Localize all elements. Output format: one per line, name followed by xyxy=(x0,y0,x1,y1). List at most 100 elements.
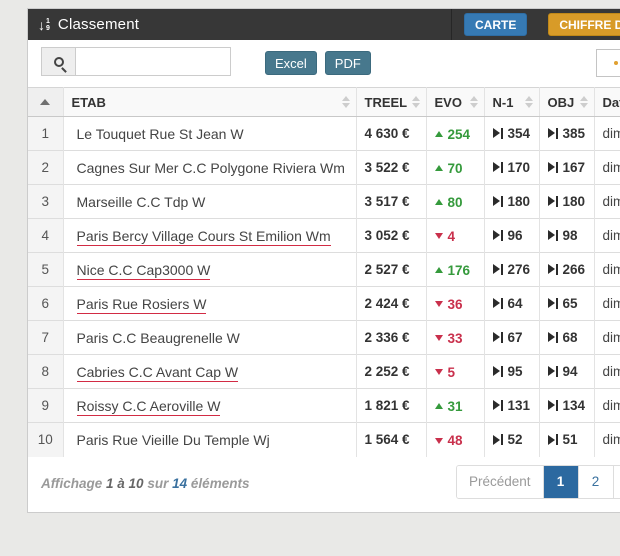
n1-value: 276 xyxy=(508,262,531,277)
obj-cell: 266 xyxy=(539,253,594,287)
etab-cell: Roissy C.C Aeroville W xyxy=(63,389,356,423)
table-row[interactable]: 1 Le Touquet Rue St Jean W 4 630 € 254 3… xyxy=(28,117,620,151)
obj-value: 167 xyxy=(563,160,586,175)
evo-cell: 4 xyxy=(426,219,484,253)
rank-cell: 6 xyxy=(28,287,63,321)
obj-value: 94 xyxy=(563,364,578,379)
chiffre-daffaires-button[interactable]: CHIFFRE D'AFFAIRES xyxy=(548,13,620,36)
date-filter-input[interactable] xyxy=(596,49,620,77)
step-forward-icon xyxy=(493,128,503,139)
etab-name[interactable]: Paris Rue Vieille Du Temple Wj xyxy=(77,432,270,448)
page-button[interactable]: Précédent xyxy=(457,466,544,498)
table-row[interactable]: 10 Paris Rue Vieille Du Temple Wj 1 564 … xyxy=(28,423,620,457)
column-header-treel[interactable]: TREEL xyxy=(356,88,426,117)
pdf-export-button[interactable]: PDF xyxy=(325,51,371,75)
n1-cell: 180 xyxy=(484,185,539,219)
column-header-n1[interactable]: N-1 xyxy=(484,88,539,117)
etab-cell: Cagnes Sur Mer C.C Polygone Riviera Wm xyxy=(63,151,356,185)
obj-value: 134 xyxy=(563,398,586,413)
treel-cell: 4 630 € xyxy=(356,117,426,151)
excel-export-button[interactable]: Excel xyxy=(265,51,317,75)
n1-value: 64 xyxy=(508,296,523,311)
n1-cell: 131 xyxy=(484,389,539,423)
evo-cell: 80 xyxy=(426,185,484,219)
etab-cell: Cabries C.C Avant Cap W xyxy=(63,355,356,389)
sort-icon xyxy=(342,96,350,108)
n1-cell: 96 xyxy=(484,219,539,253)
etab-name[interactable]: Roissy C.C Aeroville W xyxy=(77,398,221,416)
etab-name[interactable]: Le Touquet Rue St Jean W xyxy=(77,126,244,142)
etab-name[interactable]: Marseille C.C Tdp W xyxy=(77,194,206,210)
table-row[interactable]: 3 Marseille C.C Tdp W 3 517 € 80 180 180 xyxy=(28,185,620,219)
column-header-date[interactable]: Date xyxy=(594,88,620,117)
etab-name[interactable]: Paris C.C Beaugrenelle W xyxy=(77,330,240,346)
etab-cell: Paris Rue Rosiers W xyxy=(63,287,356,321)
table-row[interactable]: 7 Paris C.C Beaugrenelle W 2 336 € 33 67… xyxy=(28,321,620,355)
table-row[interactable]: 9 Roissy C.C Aeroville W 1 821 € 31 131 … xyxy=(28,389,620,423)
obj-cell: 94 xyxy=(539,355,594,389)
step-forward-icon xyxy=(548,128,558,139)
table-row[interactable]: 8 Cabries C.C Avant Cap W 2 252 € 5 95 9… xyxy=(28,355,620,389)
etab-name[interactable]: Paris Rue Rosiers W xyxy=(77,296,207,314)
table-header-row: ETAB TREEL EVO N-1 OBJ xyxy=(28,88,620,117)
page-button[interactable]: Suivant xyxy=(614,466,620,498)
classement-table: ETAB TREEL EVO N-1 OBJ xyxy=(28,87,620,457)
n1-value: 95 xyxy=(508,364,523,379)
evo-trend-icon xyxy=(435,403,443,409)
column-header-obj[interactable]: OBJ xyxy=(539,88,594,117)
search-input[interactable] xyxy=(75,47,231,76)
obj-value: 65 xyxy=(563,296,578,311)
page-button[interactable]: 1 xyxy=(544,466,579,498)
column-header-evo[interactable]: EVO xyxy=(426,88,484,117)
treel-cell: 3 517 € xyxy=(356,185,426,219)
treel-cell: 2 424 € xyxy=(356,287,426,321)
table-row[interactable]: 2 Cagnes Sur Mer C.C Polygone Riviera Wm… xyxy=(28,151,620,185)
obj-cell: 98 xyxy=(539,219,594,253)
etab-name[interactable]: Cagnes Sur Mer C.C Polygone Riviera Wm xyxy=(77,160,345,176)
table-row[interactable]: 4 Paris Bercy Village Cours St Emilion W… xyxy=(28,219,620,253)
evo-cell: 5 xyxy=(426,355,484,389)
obj-value: 68 xyxy=(563,330,578,345)
step-forward-icon xyxy=(548,366,558,377)
carte-button[interactable]: CARTE xyxy=(464,13,527,36)
step-forward-icon xyxy=(548,400,558,411)
date-cell: dim xyxy=(594,287,620,321)
rank-cell: 1 xyxy=(28,117,63,151)
date-cell: dim xyxy=(594,253,620,287)
n1-cell: 95 xyxy=(484,355,539,389)
step-forward-icon xyxy=(493,230,503,241)
evo-value: 254 xyxy=(448,127,471,142)
n1-cell: 276 xyxy=(484,253,539,287)
etab-name[interactable]: Cabries C.C Avant Cap W xyxy=(77,364,239,382)
search-addon xyxy=(41,47,75,76)
page-button[interactable]: 2 xyxy=(579,466,614,498)
widget-titlebar: ↓ 1 9 Classement CARTE CHIFFRE D'AFFAIRE… xyxy=(28,9,620,40)
evo-trend-icon xyxy=(435,438,443,444)
step-forward-icon xyxy=(548,298,558,309)
n1-cell: 170 xyxy=(484,151,539,185)
evo-trend-icon xyxy=(435,233,443,239)
etab-name[interactable]: Paris Bercy Village Cours St Emilion Wm xyxy=(77,228,331,246)
table-row[interactable]: 5 Nice C.C Cap3000 W 2 527 € 176 276 266 xyxy=(28,253,620,287)
column-header-rank[interactable] xyxy=(28,88,63,117)
n1-cell: 64 xyxy=(484,287,539,321)
sort-icon xyxy=(470,96,478,108)
column-header-etab[interactable]: ETAB xyxy=(63,88,356,117)
step-forward-icon xyxy=(548,332,558,343)
obj-cell: 65 xyxy=(539,287,594,321)
etab-cell: Le Touquet Rue St Jean W xyxy=(63,117,356,151)
date-cell: dim xyxy=(594,219,620,253)
obj-cell: 167 xyxy=(539,151,594,185)
step-forward-icon xyxy=(548,434,558,445)
n1-value: 96 xyxy=(508,228,523,243)
table-row[interactable]: 6 Paris Rue Rosiers W 2 424 € 36 64 65 xyxy=(28,287,620,321)
evo-trend-icon xyxy=(435,369,443,375)
obj-cell: 385 xyxy=(539,117,594,151)
treel-cell: 3 052 € xyxy=(356,219,426,253)
n1-value: 180 xyxy=(508,194,531,209)
treel-cell: 2 527 € xyxy=(356,253,426,287)
date-filter-marker xyxy=(614,61,618,65)
step-forward-icon xyxy=(493,366,503,377)
etab-name[interactable]: Nice C.C Cap3000 W xyxy=(77,262,211,280)
obj-value: 385 xyxy=(563,126,586,141)
